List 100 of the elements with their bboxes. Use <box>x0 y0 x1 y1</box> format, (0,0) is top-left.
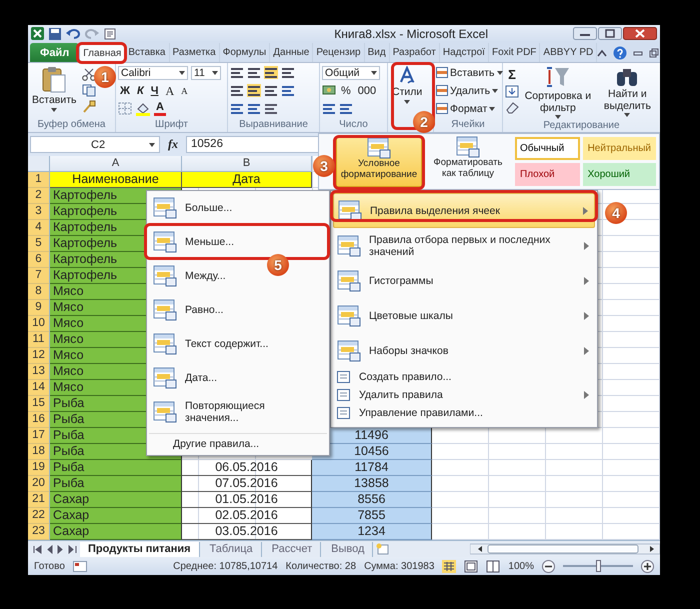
restore-icon[interactable] <box>649 48 660 58</box>
row-header[interactable]: 13 <box>28 364 50 380</box>
scissors-icon[interactable] <box>82 68 96 81</box>
table-cell: Рыба <box>50 476 182 492</box>
normal-view-icon[interactable] <box>442 560 456 572</box>
table-cell: 7855 <box>312 508 432 524</box>
bold-button[interactable]: Ж <box>118 84 132 98</box>
row-header[interactable]: 23 <box>28 524 50 540</box>
row-header[interactable]: 14 <box>28 380 50 396</box>
help-icon[interactable] <box>613 46 628 60</box>
cell-style-option[interactable]: Плохой <box>515 163 580 186</box>
format-painter-icon[interactable] <box>82 100 96 113</box>
eraser-icon[interactable] <box>505 101 519 114</box>
sheet-navigation-icon[interactable] <box>32 544 78 554</box>
binoculars-icon <box>615 66 640 88</box>
zoom-in-icon[interactable] <box>641 560 654 572</box>
new-sheet-icon[interactable] <box>375 543 392 555</box>
row-header[interactable]: 10 <box>28 316 50 332</box>
collapse-ribbon-icon[interactable] <box>597 48 608 56</box>
cell-style-option[interactable]: Хороший <box>582 163 656 186</box>
row-header[interactable]: 6 <box>28 252 50 268</box>
fill-color-icon[interactable] <box>135 102 151 116</box>
autosum-button[interactable]: Σ <box>505 68 519 82</box>
row-header[interactable]: 5 <box>28 236 50 252</box>
page-layout-icon[interactable] <box>464 560 478 572</box>
cells-menu-button[interactable]: Формат <box>436 101 496 116</box>
font-name-field[interactable]: Calibri <box>118 66 188 80</box>
copy-icon[interactable] <box>82 84 96 97</box>
minimize-icon[interactable] <box>573 27 597 40</box>
cells-menu-button[interactable]: Вставить <box>436 65 503 80</box>
shrink-font-button[interactable]: A <box>179 84 190 98</box>
menu-item[interactable]: Цветовые шкалы <box>333 298 595 333</box>
cells-menu-button[interactable]: Удалить <box>436 83 498 98</box>
row-header[interactable]: 7 <box>28 268 50 284</box>
row-header[interactable]: 2 <box>28 188 50 204</box>
table-icon <box>337 270 361 292</box>
column-header[interactable]: B <box>182 156 312 172</box>
menu-item[interactable]: Удалить правила <box>333 386 595 404</box>
submenu-arrow-icon <box>584 391 589 399</box>
zoom-out-icon[interactable] <box>542 560 555 572</box>
insert-function-button[interactable]: fx <box>164 137 182 152</box>
row-header[interactable]: 17 <box>28 428 50 444</box>
cell-style-option[interactable]: Нейтральный <box>582 137 656 160</box>
close-icon[interactable] <box>623 27 657 40</box>
menu-item[interactable]: Правила отбора первых и последних значений <box>333 228 595 263</box>
minimize-icon[interactable] <box>633 48 644 56</box>
font-size-field[interactable]: 11 <box>191 66 221 80</box>
maximize-icon[interactable] <box>598 27 622 40</box>
table-cell: Сахар <box>50 508 182 524</box>
row-header[interactable]: 8 <box>28 284 50 300</box>
print-preview-icon[interactable] <box>104 28 116 40</box>
font-color-button[interactable]: A <box>154 102 166 116</box>
menu-item[interactable]: Создать правило... <box>333 368 595 386</box>
menu-item[interactable]: Гистограммы <box>333 263 595 298</box>
row-header[interactable]: 4 <box>28 220 50 236</box>
status-sum: Сумма: 301983 <box>364 560 434 572</box>
submenu-arrow-icon <box>584 242 589 250</box>
conditional-formatting-button[interactable]: Условное форматирование <box>336 136 422 187</box>
sheet-tab[interactable]: Продукты питания <box>80 542 200 556</box>
currency-icon[interactable] <box>322 84 336 97</box>
row-header[interactable]: 3 <box>28 204 50 220</box>
row-header[interactable]: 20 <box>28 476 50 492</box>
zoom-slider-thumb[interactable] <box>596 560 601 572</box>
sort-filter-button[interactable]: Сортировка и фильтр <box>522 65 594 120</box>
horizontal-scrollbar[interactable] <box>470 543 660 555</box>
paste-button[interactable]: Вставить <box>30 65 79 113</box>
cell-style-option[interactable]: Обычный <box>515 137 580 160</box>
row-header[interactable]: 19 <box>28 460 50 476</box>
format-as-table-button[interactable]: Форматировать как таблицу <box>427 136 509 187</box>
underline-button[interactable]: Ч <box>148 84 160 98</box>
name-box[interactable]: C2 <box>30 136 160 153</box>
group-label: Редактирование <box>542 120 621 132</box>
grow-font-button[interactable]: A <box>163 84 176 98</box>
number-format-field[interactable]: Общий <box>322 66 380 80</box>
row-header[interactable]: 9 <box>28 300 50 316</box>
column-header[interactable]: A <box>50 156 182 172</box>
menu-item[interactable]: Управление правилами... <box>333 404 595 422</box>
row-header[interactable]: 18 <box>28 444 50 460</box>
page-break-icon[interactable] <box>486 560 500 572</box>
row-header[interactable]: 15 <box>28 396 50 412</box>
percent-button[interactable]: % <box>339 84 353 98</box>
row-header[interactable]: 21 <box>28 492 50 508</box>
fill-down-icon[interactable] <box>505 85 519 98</box>
row-header[interactable]: 1 <box>28 172 50 188</box>
save-icon[interactable] <box>49 28 61 40</box>
macro-record-icon[interactable] <box>72 560 87 572</box>
row-header[interactable]: 12 <box>28 348 50 364</box>
file-tab[interactable]: Файл <box>30 43 80 62</box>
borders-icon[interactable] <box>118 102 132 115</box>
find-select-button[interactable]: Найти и выделить <box>596 65 658 118</box>
row-header[interactable]: 22 <box>28 508 50 524</box>
caret-icon <box>51 108 58 112</box>
row-header[interactable]: 16 <box>28 412 50 428</box>
undo-icon[interactable] <box>66 28 80 40</box>
menu-item[interactable]: Наборы значков <box>333 333 595 368</box>
italic-button[interactable]: К <box>134 84 146 98</box>
menu-item[interactable]: Правила выделения ячеек <box>333 193 595 228</box>
sort-filter-icon <box>544 66 571 90</box>
row-header[interactable]: 11 <box>28 332 50 348</box>
thousands-button[interactable]: 000 <box>356 84 378 98</box>
